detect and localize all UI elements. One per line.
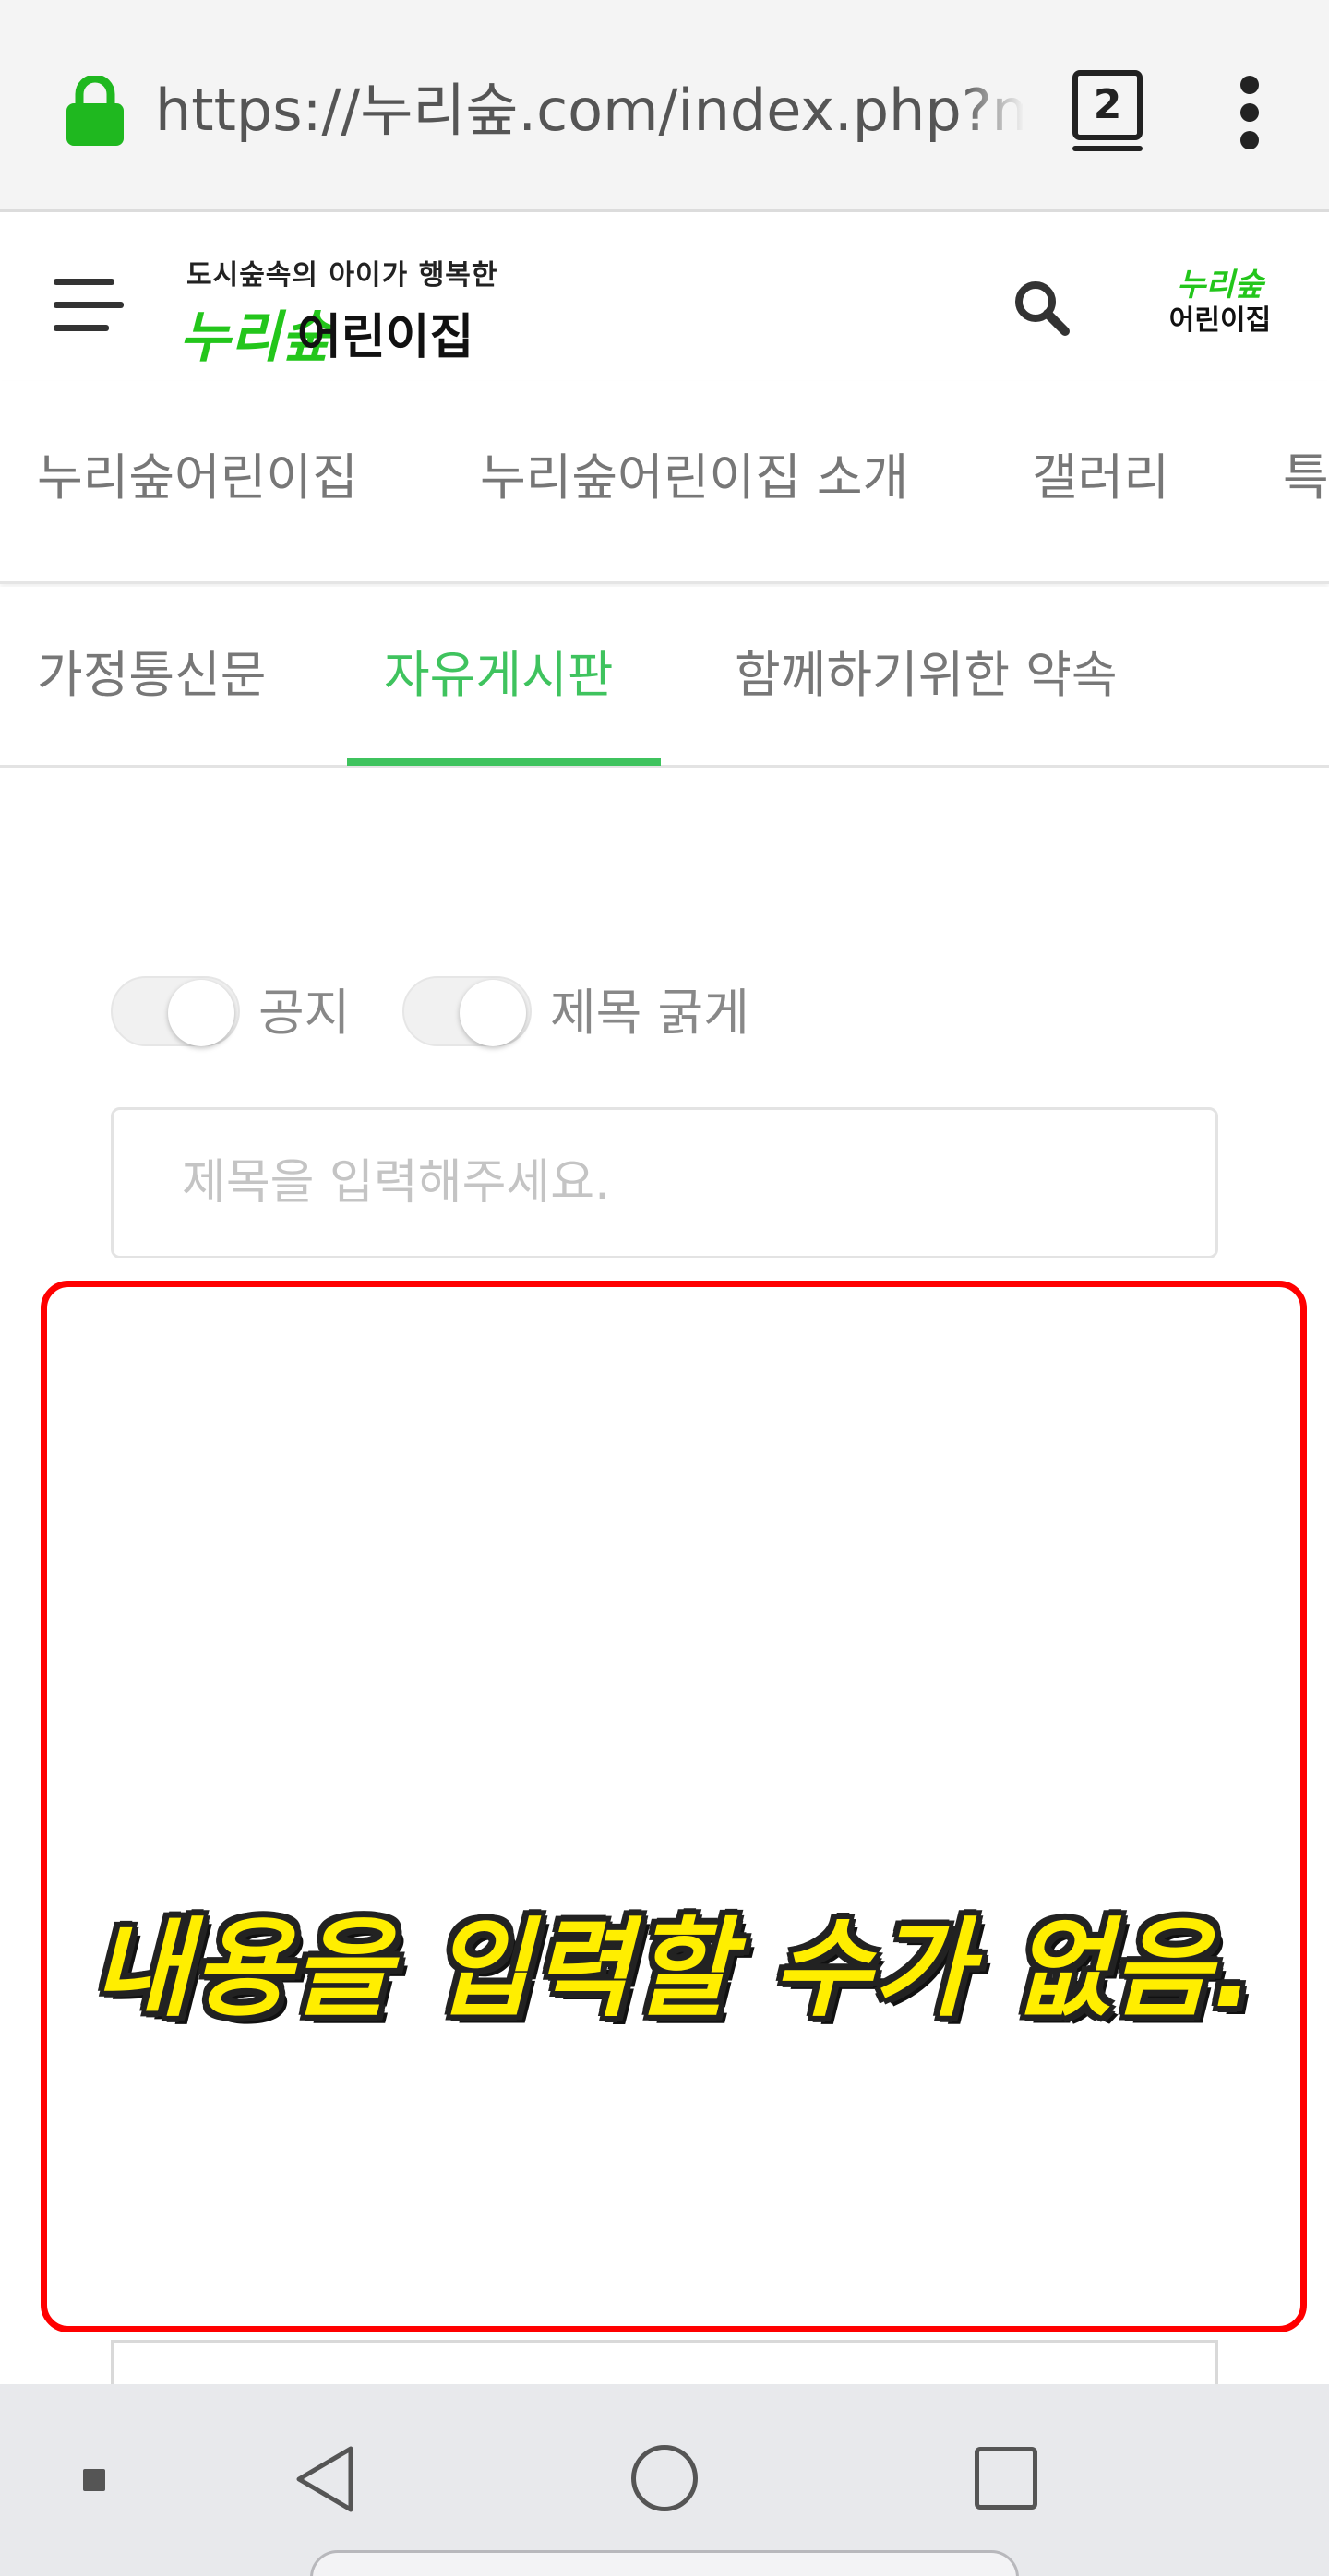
- nav-item-home[interactable]: 누리숲어린이집: [37, 446, 358, 510]
- site-logo[interactable]: 도시숲속의 아이가 행복한 누리숲 어린이집: [179, 252, 497, 370]
- nav-item-about[interactable]: 누리숲어린이집 소개: [480, 446, 908, 510]
- content-editor-highlight[interactable]: [41, 1281, 1307, 2332]
- tab-switcher-button[interactable]: 2: [1072, 70, 1143, 140]
- url-text[interactable]: https://누리숲.com/index.php?mid: [155, 74, 1023, 148]
- primary-nav: 누리숲어린이집 누리숲어린이집 소개 갤러리 특: [0, 381, 1329, 584]
- nav-item-special[interactable]: 특: [1283, 446, 1329, 510]
- bold-title-toggle-label: 제목 굵게: [550, 984, 749, 1042]
- logo-brand-dark: 어린이집: [297, 310, 474, 365]
- nav-item-gallery[interactable]: 갤러리: [1032, 446, 1169, 510]
- small-logo-dark: 어린이집: [1168, 304, 1272, 337]
- annotation-message: 내용을 입력할 수가 없음.: [91, 1907, 1256, 2032]
- notice-toggle-label: 공지: [258, 984, 351, 1042]
- recents-icon[interactable]: [975, 2447, 1037, 2510]
- site-logo-small[interactable]: 누리숲 어린이집: [1165, 267, 1275, 340]
- url-fade: [960, 65, 1024, 157]
- toggle-knob: [168, 980, 234, 1046]
- small-logo-green: 누리숲: [1177, 267, 1263, 304]
- tab-free-board[interactable]: 자유게시판: [384, 638, 613, 712]
- toggle-knob: [460, 980, 526, 1046]
- hamburger-icon[interactable]: [54, 277, 124, 334]
- board-tabs: 가정통신문 자유게시판 함께하기위한 약속: [0, 587, 1329, 768]
- title-input[interactable]: [111, 1107, 1218, 1258]
- active-tab-indicator: [347, 758, 661, 766]
- bold-title-toggle[interactable]: [402, 976, 532, 1046]
- system-nav-bar: [0, 2384, 1329, 2576]
- lock-icon: [66, 76, 124, 146]
- site-header: 도시숲속의 아이가 행복한 누리숲 어린이집 누리숲 어린이집: [0, 215, 1329, 381]
- dot-icon[interactable]: [83, 2469, 105, 2491]
- tab-switcher-underline: [1072, 146, 1143, 151]
- home-icon[interactable]: [631, 2445, 698, 2511]
- browser-url-bar: https://누리숲.com/index.php?mid 2: [0, 0, 1329, 212]
- gesture-pill[interactable]: [310, 2550, 1019, 2576]
- notice-toggle[interactable]: [111, 976, 240, 1046]
- tab-newsletter[interactable]: 가정통신문: [37, 638, 266, 712]
- tab-promise[interactable]: 함께하기위한 약속: [735, 638, 1118, 712]
- logo-tagline: 도시숲속의 아이가 행복한: [186, 259, 498, 292]
- more-vert-icon[interactable]: [1231, 76, 1268, 149]
- back-icon[interactable]: [293, 2445, 356, 2513]
- search-icon[interactable]: [1012, 278, 1071, 337]
